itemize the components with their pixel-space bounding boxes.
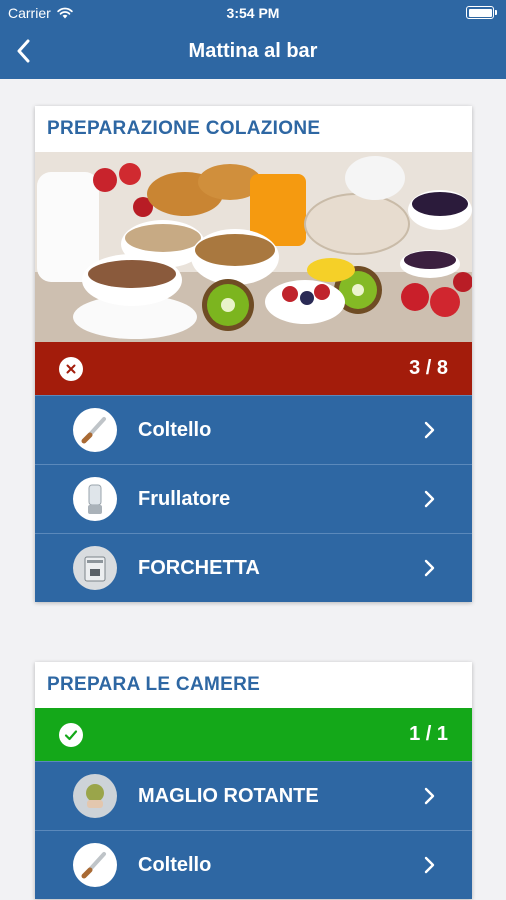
navigation-bar: Mattina al bar	[0, 26, 506, 79]
blender-icon	[73, 477, 117, 521]
page-title: Mattina al bar	[188, 40, 318, 62]
progress-bar-failed: 3 / 8	[35, 342, 472, 395]
coffee-machine-icon	[73, 546, 117, 590]
list-item-label: Coltello	[138, 418, 212, 441]
list-item[interactable]: Frullatore	[35, 464, 472, 533]
chevron-right-icon	[424, 421, 435, 439]
status-icon-wrap	[59, 356, 83, 381]
section-card-colazione: PREPARAZIONE COLAZIONE 3 / 8 Coltello Fr…	[35, 106, 472, 602]
top-bar: Carrier 3:54 PM Mattina al bar	[0, 0, 506, 79]
list-item-label: MAGLIO ROTANTE	[138, 784, 319, 807]
close-icon	[66, 364, 76, 373]
list-item-label: Coltello	[138, 853, 212, 876]
knife-icon	[73, 408, 117, 452]
chevron-right-icon	[424, 856, 435, 874]
list-item-label: FORCHETTA	[138, 556, 260, 579]
section-title: PREPARAZIONE COLAZIONE	[47, 118, 321, 139]
list-item[interactable]: Coltello	[35, 830, 472, 899]
check-icon	[64, 729, 78, 740]
status-bar: Carrier 3:54 PM	[0, 0, 506, 26]
battery-icon	[466, 6, 497, 19]
chevron-right-icon	[424, 559, 435, 577]
progress-bar-success: 1 / 1	[35, 708, 472, 761]
list-item[interactable]: FORCHETTA	[35, 533, 472, 602]
list-item[interactable]: MAGLIO ROTANTE	[35, 761, 472, 830]
chevron-right-icon	[424, 787, 435, 805]
section-title: PREPARA LE CAMERE	[47, 674, 261, 695]
clock: 3:54 PM	[226, 5, 280, 21]
status-icon-wrap	[59, 722, 83, 747]
list-item[interactable]: Coltello	[35, 395, 472, 464]
progress-count: 3 / 8	[409, 357, 448, 379]
content-area[interactable]: PREPARAZIONE COLAZIONE 3 / 8 Coltello Fr…	[0, 79, 506, 900]
progress-count: 1 / 1	[409, 723, 448, 745]
section-card-camere: PREPARA LE CAMERE 1 / 1 MAGLIO ROTANTE C…	[35, 662, 472, 899]
mallet-icon	[73, 774, 117, 818]
knife-icon	[73, 843, 117, 887]
chevron-right-icon	[424, 490, 435, 508]
list-item-label: Frullatore	[138, 487, 231, 510]
breakfast-image	[35, 152, 472, 342]
breakfast-illustration	[35, 152, 472, 342]
